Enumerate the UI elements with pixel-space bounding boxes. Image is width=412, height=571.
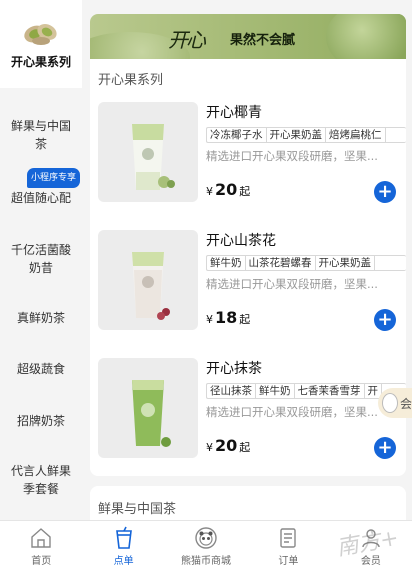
product-image xyxy=(98,102,198,202)
banner-slogan: 果然不会腻 xyxy=(230,33,296,48)
tag: 径山抹茶 xyxy=(207,384,256,398)
tab-label: 点单 xyxy=(113,556,134,567)
product-tags: 冷冻椰子水 开心果奶盖 焙烤扁桃仁 xyxy=(206,127,406,143)
sidebar-item-veggie[interactable]: 超级蔬食 xyxy=(0,344,82,394)
sidebar-item-milk-tea[interactable]: 真鲜奶茶 xyxy=(0,292,82,344)
add-to-cart-button[interactable]: + xyxy=(374,437,396,459)
sidebar-item-label: 代言人鲜果季套餐 xyxy=(10,464,71,496)
tag: 鲜牛奶 xyxy=(256,384,295,398)
product-card[interactable]: 开心椰青 冷冻椰子水 开心果奶盖 焙烤扁桃仁 精选进口开心果双段研磨，坚果... ¥… xyxy=(90,92,406,220)
panda-coin-icon xyxy=(195,527,217,549)
order-icon xyxy=(280,528,297,548)
mini-program-badge: 小程序专享 xyxy=(26,168,80,188)
tab-panda-coin-mall[interactable]: 熊猫币商城 xyxy=(165,521,247,571)
tag: 鲜牛奶 xyxy=(207,256,246,270)
cup-icon xyxy=(115,526,132,549)
product-price: ¥20 起 xyxy=(206,436,251,455)
pistachio-icon xyxy=(24,23,57,45)
member-float-button[interactable]: 会 xyxy=(378,388,412,418)
product-desc: 精选进口开心果双段研磨，坚果... xyxy=(206,149,378,163)
tag: 开心果奶盖 xyxy=(267,128,326,142)
product-tags: 径山抹茶 鲜牛奶 七香茉香雪芽开 xyxy=(206,383,406,399)
tag: 山茶花碧螺春 xyxy=(246,256,316,270)
banner-logo: 开心 xyxy=(168,28,206,52)
float-label: 会 xyxy=(399,396,412,411)
product-desc: 精选进口开心果双段研磨，坚果... xyxy=(206,405,378,419)
sidebar-item-label: 开心果系列 xyxy=(10,55,71,69)
tag: 焙烤扁桃仁 xyxy=(326,128,386,142)
product-desc: 精选进口开心果双段研磨，坚果... xyxy=(206,277,378,291)
app-root: 开心果系列 鲜果与中国茶 小程序专享 超值随心配 千亿活菌酸奶昔 真鲜奶茶 超级… xyxy=(0,0,412,571)
tab-home[interactable]: 首页 xyxy=(0,521,82,571)
product-price: ¥18 起 xyxy=(206,308,251,327)
product-name: 开心山茶花 xyxy=(206,233,276,249)
series-banner[interactable]: 开心 果然不会腻 xyxy=(90,14,406,59)
panda-icon xyxy=(382,393,398,413)
section-title: 鲜果与中国茶 xyxy=(98,502,177,517)
sidebar-item-label: 超级蔬食 xyxy=(16,362,65,376)
sidebar-item-label: 超值随心配 xyxy=(10,191,71,205)
sidebar-item-combo[interactable]: 小程序专享 超值随心配 xyxy=(0,166,82,220)
product-image xyxy=(98,358,198,458)
add-to-cart-button[interactable]: + xyxy=(374,181,396,203)
product-price: ¥20 起 xyxy=(206,180,251,199)
category-sidebar: 开心果系列 鲜果与中国茶 小程序专享 超值随心配 千亿活菌酸奶昔 真鲜奶茶 超级… xyxy=(0,0,82,520)
sidebar-item-celebrity-set[interactable]: 代言人鲜果季套餐 xyxy=(0,448,82,512)
tab-label: 熊猫币商城 xyxy=(181,556,232,567)
product-card[interactable]: 开心抹茶 径山抹茶 鲜牛奶 七香茉香雪芽开 精选进口开心果双段研磨，坚果... ¥2… xyxy=(90,348,406,476)
product-name: 开心椰青 xyxy=(206,105,262,121)
sidebar-item-yogurt[interactable]: 千亿活菌酸奶昔 xyxy=(0,226,82,292)
sidebar-item-pistachio[interactable]: 开心果系列 xyxy=(0,0,82,88)
add-to-cart-button[interactable]: + xyxy=(374,309,396,331)
tag: 冷冻椰子水 xyxy=(207,128,267,142)
section-title: 开心果系列 xyxy=(98,73,164,88)
tab-label: 首页 xyxy=(31,556,52,567)
sidebar-item-label: 真鲜奶茶 xyxy=(16,311,65,325)
tab-orders[interactable]: 订单 xyxy=(247,521,329,571)
home-icon xyxy=(31,528,51,548)
tab-label: 订单 xyxy=(278,556,299,567)
sidebar-item-fruit-tea[interactable]: 鲜果与中国茶 xyxy=(0,104,82,166)
tab-order-menu[interactable]: 点单 xyxy=(82,521,164,571)
product-name: 开心抹茶 xyxy=(206,361,262,377)
tag: 七香茉香雪芽 xyxy=(295,384,365,398)
product-image xyxy=(98,230,198,330)
tag: 开心果奶盖 xyxy=(316,256,375,270)
product-tags: 鲜牛奶 山茶花碧螺春 开心果奶盖 xyxy=(206,255,406,271)
sidebar-item-label: 千亿活菌酸奶昔 xyxy=(10,243,71,275)
sidebar-item-label: 鲜果与中国茶 xyxy=(10,119,71,151)
product-list: 开心 果然不会腻 开心果系列 开心椰青 冷冻椰子水 开心果奶盖 焙烤扁桃仁 精选… xyxy=(90,14,406,546)
product-card[interactable]: 开心山茶花 鲜牛奶 山茶花碧螺春 开心果奶盖 精选进口开心果双段研磨，坚果... ¥… xyxy=(90,220,406,348)
sidebar-item-label: 招牌奶茶 xyxy=(16,414,65,428)
pistachio-series-panel: 开心 果然不会腻 开心果系列 开心椰青 冷冻椰子水 开心果奶盖 焙烤扁桃仁 精选… xyxy=(90,14,406,476)
sidebar-item-signature[interactable]: 招牌奶茶 xyxy=(0,394,82,448)
